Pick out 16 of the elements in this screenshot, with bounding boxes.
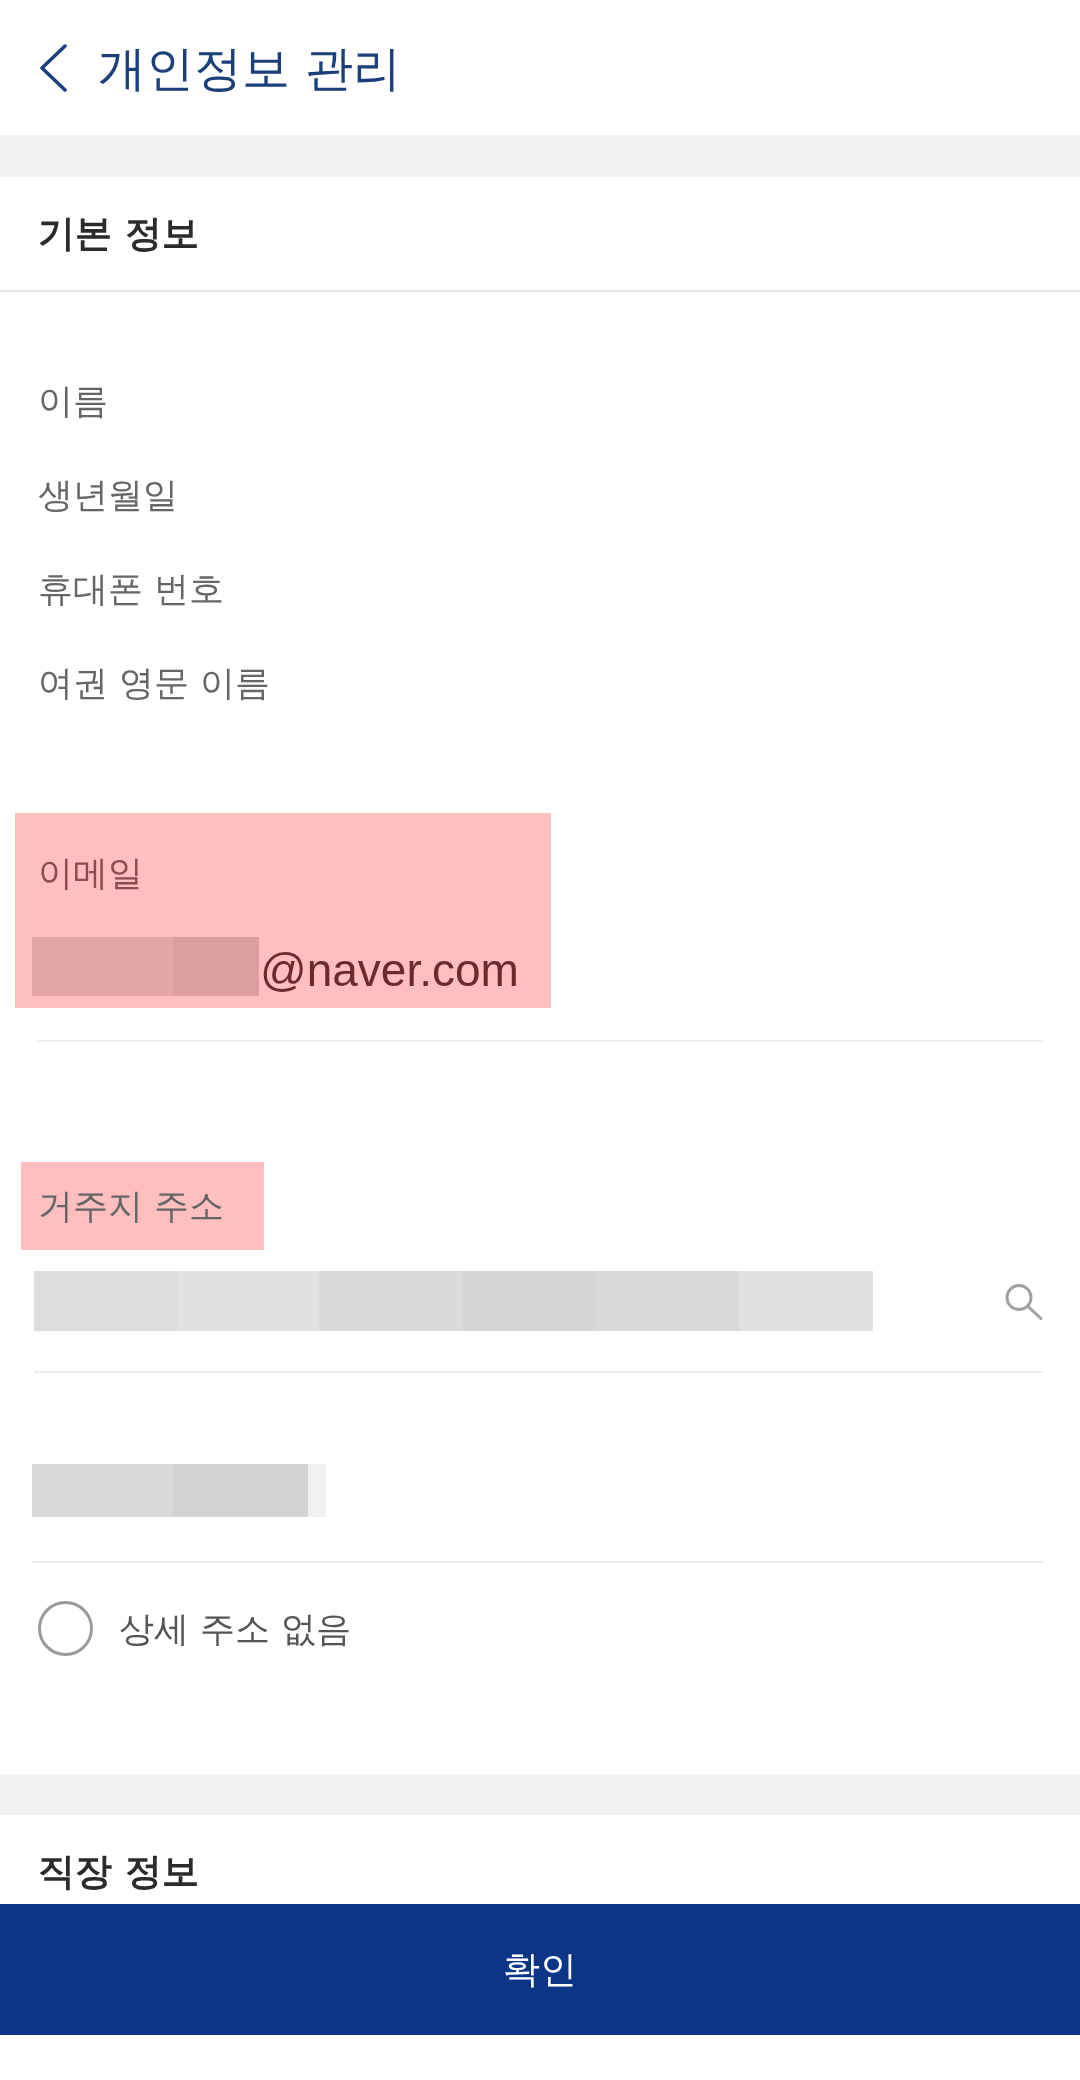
field-label: 생년월일 xyxy=(38,474,178,517)
email-label: 이메일 xyxy=(38,852,143,895)
section-title: 기본 정보 xyxy=(38,210,199,257)
back-icon[interactable] xyxy=(38,43,68,92)
address-label: 거주지 주소 xyxy=(38,1185,225,1228)
confirm-button[interactable]: 확인 xyxy=(0,1904,1080,2035)
page-title: 개인정보 관리 xyxy=(98,38,402,98)
field-label: 여권 영문 이름 xyxy=(38,662,271,705)
field-label: 휴대폰 번호 xyxy=(38,568,225,611)
section-title: 직장 정보 xyxy=(38,1850,199,1893)
search-icon[interactable] xyxy=(1004,1282,1043,1320)
radio-button[interactable] xyxy=(38,1601,93,1656)
email-field[interactable]: @naver.com xyxy=(32,937,523,996)
option-label: 상세 주소 없음 xyxy=(119,1607,352,1651)
field-label: 이름 xyxy=(38,380,108,423)
address-field[interactable] xyxy=(34,1271,1043,1373)
